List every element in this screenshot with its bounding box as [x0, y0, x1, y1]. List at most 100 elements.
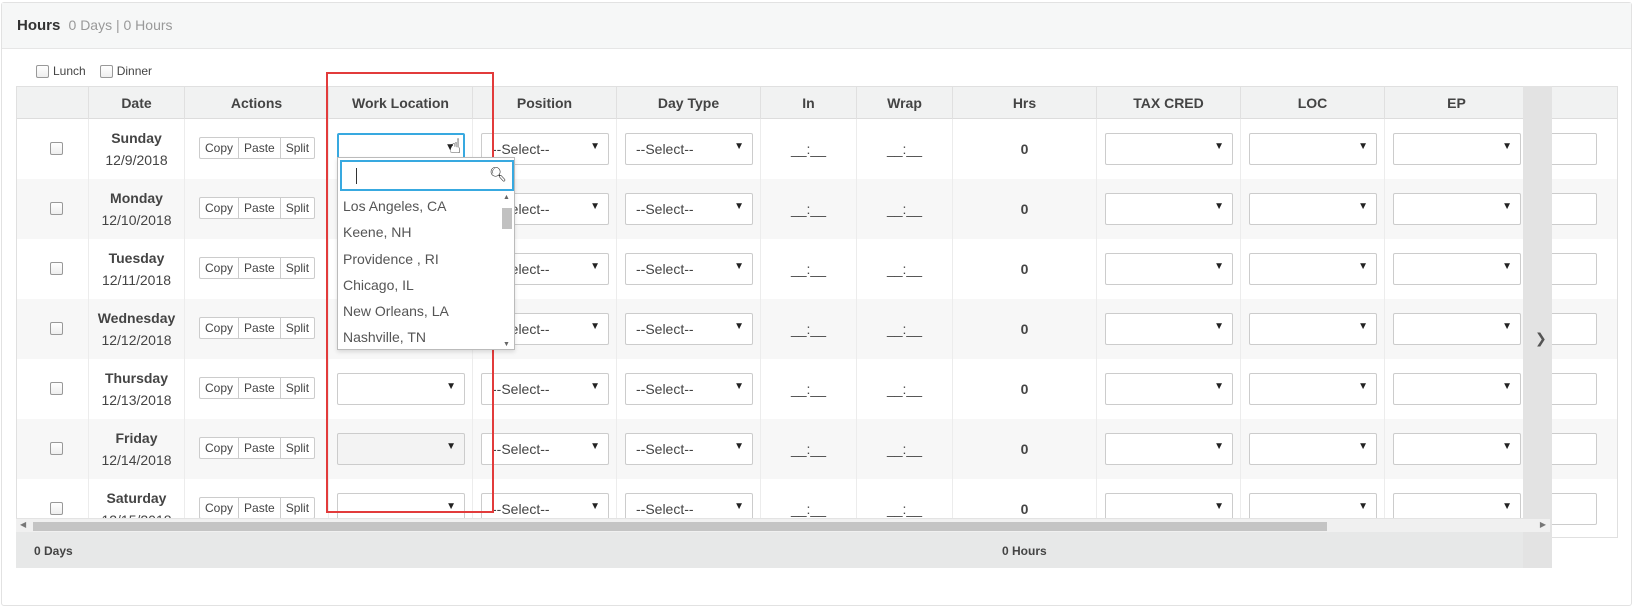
paste-button[interactable]: Paste [238, 197, 281, 219]
paste-button[interactable]: Paste [238, 317, 281, 339]
in-time[interactable]: __:__ [791, 501, 826, 517]
ep-select[interactable]: ▼ [1393, 193, 1521, 225]
in-time[interactable]: __:__ [791, 441, 826, 457]
split-button[interactable]: Split [279, 437, 316, 459]
scroll-left-arrow-icon[interactable]: ◀ [20, 520, 26, 529]
copy-button[interactable]: Copy [199, 377, 240, 399]
split-button[interactable]: Split [279, 317, 316, 339]
row-checkbox[interactable] [50, 322, 63, 335]
cell-loc: ▼ [1241, 119, 1385, 179]
loc-select[interactable]: ▼ [1249, 433, 1377, 465]
position-select[interactable]: --Select-- ▼ [481, 433, 609, 465]
ep-select[interactable]: ▼ [1393, 313, 1521, 345]
dinner-checkbox[interactable] [99, 64, 113, 78]
tax-cred-select[interactable]: ▼ [1105, 313, 1233, 345]
tax-cred-select[interactable]: ▼ [1105, 253, 1233, 285]
copy-button[interactable]: Copy [199, 317, 240, 339]
dropdown-option[interactable]: Keene, NH [338, 219, 501, 245]
work-location-select[interactable]: ▼ [337, 373, 465, 405]
lunch-checkbox[interactable] [36, 64, 49, 78]
row-checkbox[interactable] [50, 382, 63, 395]
copy-button[interactable]: Copy [199, 497, 240, 519]
loc-select[interactable]: ▼ [1249, 193, 1377, 225]
paste-button[interactable]: Paste [238, 257, 281, 279]
dropdown-arrow-icon: ▼ [1358, 441, 1368, 452]
loc-select[interactable]: ▼ [1249, 253, 1377, 285]
in-time[interactable]: __:__ [791, 381, 826, 397]
copy-button[interactable]: Copy [199, 197, 240, 219]
wrap-time[interactable]: __:__ [887, 441, 922, 457]
split-button[interactable]: Split [279, 197, 316, 219]
day-type-select[interactable]: --Select-- ▼ [625, 433, 753, 465]
split-button[interactable]: Split [279, 377, 316, 399]
loc-select[interactable]: ▼ [1249, 373, 1377, 405]
cell-tax-cred: ▼ [1097, 359, 1241, 419]
row-checkbox[interactable] [50, 502, 63, 515]
paste-button[interactable]: Paste [238, 377, 281, 399]
wrap-time[interactable]: __:__ [887, 501, 922, 517]
dropdown-option[interactable]: Providence , RI [338, 246, 501, 272]
ep-select[interactable]: ▼ [1393, 433, 1521, 465]
row-checkbox[interactable] [50, 442, 63, 455]
dropdown-arrow-icon: ▼ [1358, 141, 1368, 152]
row-checkbox[interactable] [50, 262, 63, 275]
in-time[interactable]: __:__ [791, 201, 826, 217]
split-button[interactable]: Split [279, 497, 316, 519]
day-type-select[interactable]: --Select-- ▼ [625, 253, 753, 285]
wrap-time[interactable]: __:__ [887, 141, 922, 157]
day-type-select[interactable]: --Select-- ▼ [625, 193, 753, 225]
tax-cred-select[interactable]: ▼ [1105, 133, 1233, 165]
dropdown-arrow-icon: ▼ [1502, 441, 1512, 452]
dropdown-search-input[interactable]: 🔍︎ [340, 160, 514, 191]
wrap-time[interactable]: __:__ [887, 321, 922, 337]
in-time[interactable]: __:__ [791, 321, 826, 337]
paste-button[interactable]: Paste [238, 437, 281, 459]
copy-button[interactable]: Copy [199, 437, 240, 459]
ep-select[interactable]: ▼ [1393, 373, 1521, 405]
dropdown-option[interactable]: Chicago, IL [338, 272, 501, 298]
dinner-option[interactable]: Dinner [99, 64, 152, 78]
row-checkbox[interactable] [50, 202, 63, 215]
dropdown-option[interactable]: New Orleans, LA [338, 298, 501, 324]
dropdown-scroll-thumb[interactable] [502, 208, 512, 229]
cell-work-location: ▼ [329, 359, 473, 419]
tax-cred-select[interactable]: ▼ [1105, 193, 1233, 225]
day-type-select[interactable]: --Select-- ▼ [625, 373, 753, 405]
paste-button[interactable]: Paste [238, 137, 281, 159]
position-select[interactable]: --Select-- ▼ [481, 373, 609, 405]
scroll-up-icon[interactable]: ▲ [503, 194, 510, 201]
ep-select[interactable]: ▼ [1393, 133, 1521, 165]
scrollbar-thumb[interactable] [33, 522, 1327, 531]
cell-in: __:__ [761, 179, 857, 239]
row-checkbox[interactable] [50, 142, 63, 155]
wrap-time[interactable]: __:__ [887, 381, 922, 397]
dropdown-option[interactable]: Los Angeles, CA [338, 193, 501, 219]
lunch-option[interactable]: Lunch [36, 64, 86, 78]
loc-select[interactable]: ▼ [1249, 313, 1377, 345]
loc-select[interactable]: ▼ [1249, 133, 1377, 165]
scroll-right-arrow-icon[interactable]: ▶ [1540, 520, 1546, 529]
scroll-down-icon[interactable]: ▼ [503, 341, 510, 348]
wrap-time[interactable]: __:__ [887, 261, 922, 277]
ep-select[interactable]: ▼ [1393, 253, 1521, 285]
dropdown-scrollbar[interactable]: ▲ ▼ [501, 194, 512, 348]
horizontal-scrollbar[interactable]: ◀ ▶ [16, 518, 1550, 532]
day-type-select-value: --Select-- [636, 261, 694, 277]
dropdown-option[interactable]: Nashville, TN [338, 324, 501, 350]
copy-button[interactable]: Copy [199, 257, 240, 279]
in-time[interactable]: __:__ [791, 141, 826, 157]
day-type-select[interactable]: --Select-- ▼ [625, 133, 753, 165]
split-button[interactable]: Split [279, 137, 316, 159]
copy-button[interactable]: Copy [199, 137, 240, 159]
tax-cred-select[interactable]: ▼ [1105, 373, 1233, 405]
in-time[interactable]: __:__ [791, 261, 826, 277]
scroll-right-icon[interactable]: ❯ [1535, 330, 1547, 347]
dropdown-arrow-icon: ▼ [734, 141, 744, 152]
split-button[interactable]: Split [279, 257, 316, 279]
day-type-select[interactable]: --Select-- ▼ [625, 313, 753, 345]
paste-button[interactable]: Paste [238, 497, 281, 519]
day-type-select-value: --Select-- [636, 381, 694, 397]
wrap-time[interactable]: __:__ [887, 201, 922, 217]
work-location-select[interactable]: ▼ [337, 433, 465, 465]
tax-cred-select[interactable]: ▼ [1105, 433, 1233, 465]
